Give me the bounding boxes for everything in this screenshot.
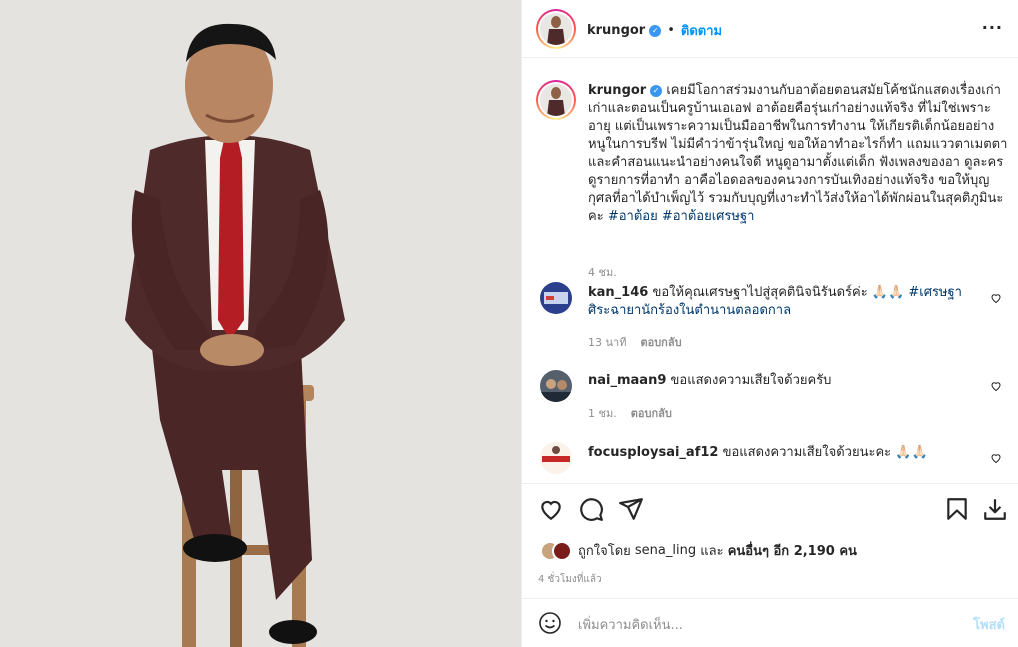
comment-body: ขอแสดงความเสียใจด้วยนะคะ 🙏🏻🙏🏻	[722, 445, 928, 460]
comments-section[interactable]: krungor ✓ เคยมีโอกาสร่วมงานกับอาต้อยตอนสม…	[522, 59, 1018, 483]
caption-body: เคยมีโอกาสร่วมงานกับอาต้อยตอนสมัยโค้ชนัก…	[588, 83, 1008, 224]
reply-button[interactable]: ตอบกลับ	[640, 336, 681, 349]
likes-summary: ถูกใจโดย sena_ling และ คนอื่นๆ อีก 2,190…	[540, 540, 857, 561]
post-image	[0, 0, 521, 647]
comment-icon[interactable]	[578, 496, 604, 522]
caption-avatar[interactable]	[536, 80, 576, 120]
liker-username[interactable]: sena_ling	[635, 543, 696, 558]
caption-text: krungor ✓ เคยมีโอกาสร่วมงานกับอาต้อยตอนสม…	[588, 82, 1008, 226]
verified-icon: ✓	[649, 24, 662, 37]
comment-time: 1 ชม.	[588, 407, 617, 420]
emoji-icon[interactable]	[538, 611, 562, 635]
caption-username[interactable]: krungor	[588, 83, 646, 98]
commenter-avatar[interactable]	[540, 370, 572, 402]
comment-time: 13 นาที	[588, 336, 627, 349]
comment-body: ขอแสดงความเสียใจด้วยครับ	[670, 373, 832, 388]
post-header: krungor ✓ • ติดตาม ···	[522, 0, 1018, 58]
more-icon[interactable]: ···	[982, 18, 1003, 37]
likes-and: และ	[700, 544, 724, 559]
comment-text: nai_maan9 ขอแสดงความเสียใจด้วยครับ	[588, 372, 968, 390]
post-timestamp: 4 ชั่วโมงที่แล้ว	[538, 574, 602, 585]
commenter-avatar[interactable]	[540, 282, 572, 314]
share-icon[interactable]	[618, 496, 644, 522]
download-icon[interactable]	[982, 496, 1008, 522]
separator-dot: •	[667, 23, 675, 38]
post-details-panel: krungor ✓ • ติดตาม ··· krungor ✓ เคยมีโอก…	[521, 0, 1018, 647]
heart-icon[interactable]	[990, 292, 1002, 304]
caption-time: 4 ชม.	[588, 266, 617, 279]
liker-avatar[interactable]	[552, 540, 572, 561]
author-username[interactable]: krungor	[587, 23, 645, 38]
bookmark-icon[interactable]	[944, 496, 970, 522]
add-comment-bar: เพิ่มความคิดเห็น... โพสต์	[522, 598, 1018, 647]
comment-input[interactable]: เพิ่มความคิดเห็น...	[578, 614, 938, 635]
comment-meta: 13 นาที ตอบกลับ	[588, 333, 682, 351]
comment-body: ขอให้คุณเศรษฐาไปสู่สุคตินิจนิรันดร์ค่ะ 🙏…	[652, 285, 905, 300]
caption-hashtags[interactable]: #อาต้อย #อาต้อยเศรษฐา	[608, 209, 755, 224]
likes-prefix: ถูกใจโดย	[578, 544, 631, 559]
heart-icon[interactable]	[538, 496, 564, 522]
follow-button[interactable]: ติดตาม	[681, 20, 722, 41]
post-actions: ถูกใจโดย sena_ling และ คนอื่นๆ อีก 2,190…	[522, 483, 1018, 647]
commenter-username[interactable]: nai_maan9	[588, 373, 666, 388]
verified-icon: ✓	[650, 84, 663, 97]
heart-icon[interactable]	[990, 452, 1002, 464]
commenter-username[interactable]: focusploysai_af12	[588, 445, 718, 460]
comment-text: focusploysai_af12 ขอแสดงความเสียใจด้วยนะ…	[588, 444, 968, 462]
post-comment-button[interactable]: โพสต์	[973, 614, 1005, 635]
reply-button[interactable]: ตอบกลับ	[631, 407, 672, 420]
comment-meta: 1 ชม. ตอบกลับ	[588, 404, 672, 422]
post-photo[interactable]	[0, 0, 521, 647]
commenter-username[interactable]: kan_146	[588, 285, 648, 300]
commenter-avatar[interactable]	[540, 442, 572, 474]
author-avatar[interactable]	[536, 9, 576, 49]
likes-others[interactable]: คนอื่นๆ อีก 2,190 คน	[728, 540, 857, 561]
heart-icon[interactable]	[990, 380, 1002, 392]
comment-text: kan_146 ขอให้คุณเศรษฐาไปสู่สุคตินิจนิรัน…	[588, 284, 968, 320]
